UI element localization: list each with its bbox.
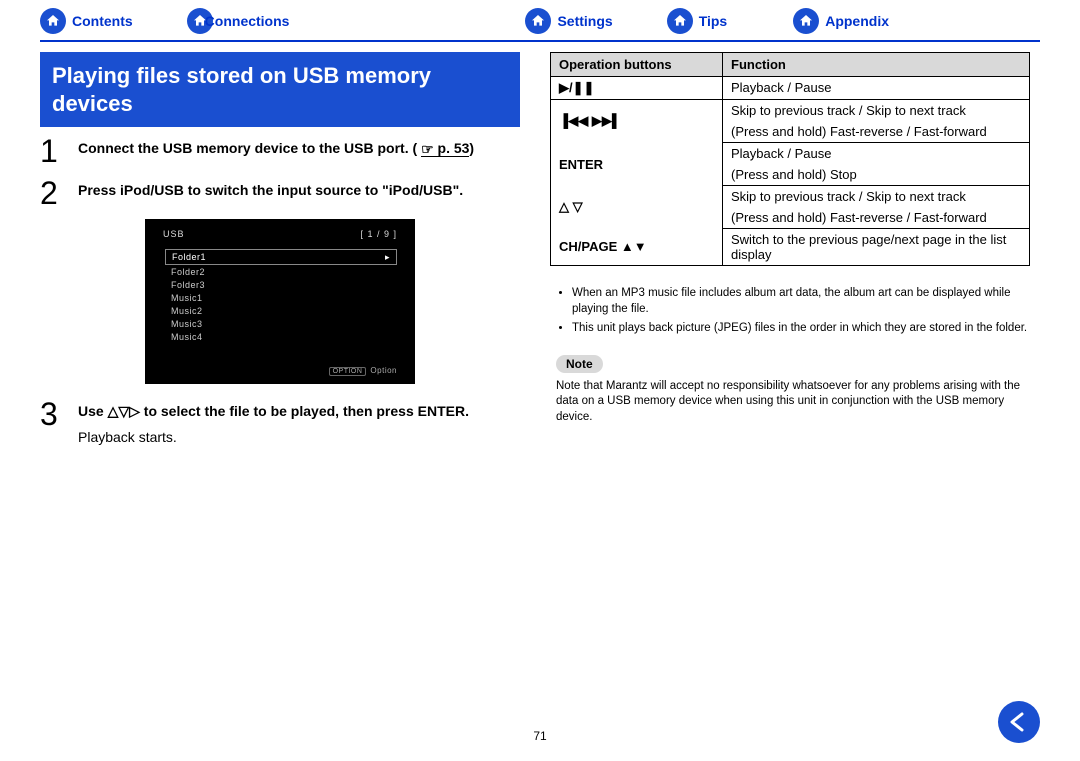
note-bullet: When an MP3 music file includes album ar… [572, 286, 1030, 317]
step-3: 3 Use △▽▷ to select the file to be playe… [40, 398, 520, 447]
table-cell: Switch to the previous page/next page in… [723, 229, 1030, 266]
table-header: Function [723, 53, 1030, 77]
operation-buttons-table: Operation buttons Function ▶/❚❚ Playback… [550, 52, 1030, 266]
arrow-left-icon [1007, 710, 1031, 734]
table-cell: Skip to previous track / Skip to next tr… [723, 186, 1030, 208]
pointer-icon: ☞ [421, 140, 434, 160]
step-text: Connect the USB memory device to the USB… [78, 140, 417, 156]
page-title: Playing files stored on USB memory devic… [40, 52, 520, 127]
note-text: Note that Marantz will accept no respons… [556, 379, 1030, 426]
right-column: Operation buttons Function ▶/❚❚ Playback… [550, 52, 1030, 457]
screen-title: USB [163, 229, 185, 239]
step-text: to select the file to be played, then pr… [140, 403, 469, 419]
step-1: 1 Connect the USB memory device to the U… [40, 135, 520, 167]
step-number: 2 [40, 177, 64, 209]
page-number: 71 [533, 729, 546, 743]
nav-label: Contents [72, 13, 133, 29]
screen-row: Folder3 [165, 278, 397, 291]
nav-contents[interactable]: Contents [40, 8, 133, 34]
table-cell: Skip to previous track / Skip to next tr… [723, 100, 1030, 122]
table-cell: Playback / Pause [723, 143, 1030, 165]
top-nav: Contents Connections Settings Tips Appen… [0, 0, 1080, 40]
table-header: Operation buttons [551, 53, 723, 77]
nav-settings[interactable]: Settings [525, 8, 612, 34]
play-pause-icon: ▶/❚❚ [551, 77, 723, 100]
nav-label: Appendix [825, 13, 889, 29]
table-cell: (Press and hold) Fast-reverse / Fast-for… [723, 121, 1030, 143]
note-bullet: This unit plays back picture (JPEG) file… [572, 321, 1030, 337]
step-2: 2 Press iPod/USB to switch the input sou… [40, 177, 520, 209]
step-number: 1 [40, 135, 64, 167]
screen-counter: [ 1 / 9 ] [360, 229, 397, 239]
screen-row: Music1 [165, 291, 397, 304]
chpage-button-label: CH/PAGE ▲▼ [551, 229, 723, 266]
nav-tips[interactable]: Tips [667, 8, 728, 34]
notes-section: When an MP3 music file includes album ar… [550, 286, 1030, 425]
nav-label: Connections [205, 13, 290, 29]
updown-right-icon: △▽▷ [108, 403, 140, 419]
step-subtext: Playback starts. [78, 428, 469, 448]
screen-row: Music4 [165, 330, 397, 343]
step-number: 3 [40, 398, 64, 447]
nav-connections[interactable]: Connections [187, 8, 290, 34]
table-cell: Playback / Pause [723, 77, 1030, 100]
step-text: Press iPod/USB to switch the input sourc… [78, 177, 463, 209]
nav-label: Settings [557, 13, 612, 29]
updown-icon: △ ▽ [551, 186, 723, 229]
table-cell: (Press and hold) Fast-reverse / Fast-for… [723, 207, 1030, 229]
home-icon [793, 8, 819, 34]
nav-appendix[interactable]: Appendix [793, 8, 889, 34]
screen-row: Music3 [165, 317, 397, 330]
home-icon [667, 8, 693, 34]
page-link[interactable]: ☞ p. 53 [421, 140, 469, 157]
back-button[interactable] [998, 701, 1040, 743]
nav-label: Tips [699, 13, 728, 29]
home-icon [525, 8, 551, 34]
note-badge: Note [556, 355, 603, 373]
home-icon [40, 8, 66, 34]
screen-row-selected: Folder1▸ [165, 249, 397, 265]
table-cell: (Press and hold) Stop [723, 164, 1030, 186]
step-text: Use [78, 403, 108, 419]
enter-button-label: ENTER [551, 143, 723, 186]
left-column: Playing files stored on USB memory devic… [40, 52, 520, 457]
device-screen-mock: USB [ 1 / 9 ] Folder1▸ Folder2 Folder3 M… [145, 219, 415, 384]
screen-row: Music2 [165, 304, 397, 317]
skip-icon: ▐◀◀ ▶▶▌ [551, 100, 723, 143]
screen-row: Folder2 [165, 265, 397, 278]
